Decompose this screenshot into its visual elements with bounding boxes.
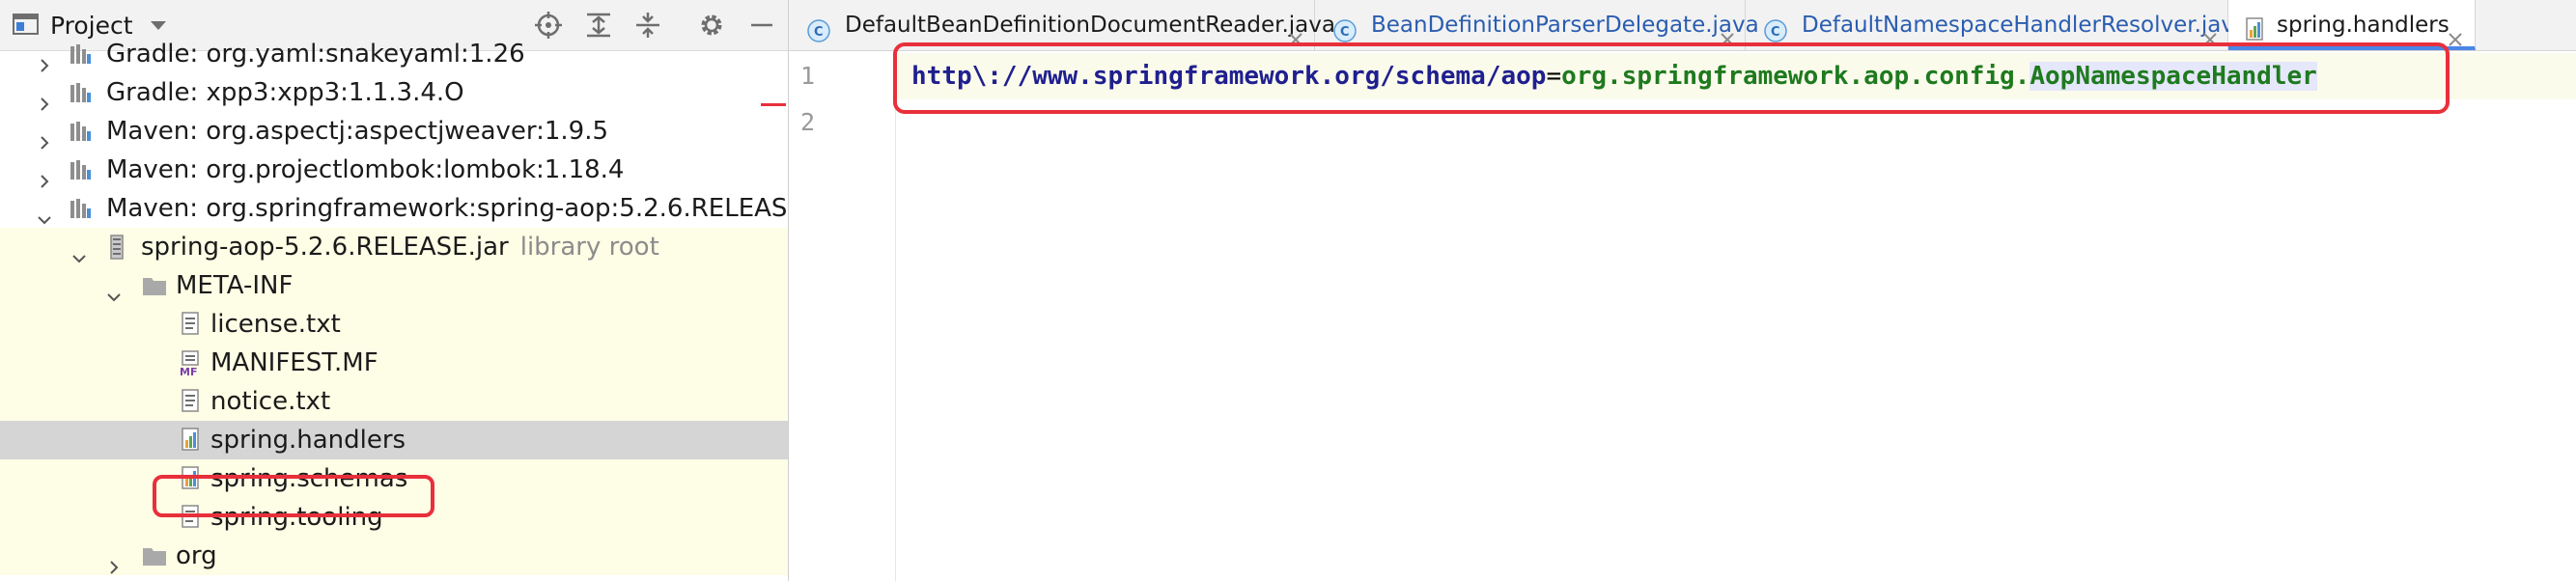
close-icon[interactable]	[2201, 16, 2219, 46]
tree-item-label: notice.txt	[210, 387, 331, 416]
tree-item-label: META-INF	[176, 271, 294, 300]
project-tool-window: Project Gradle: org.yaml:snakeyaml:1.26 …	[0, 0, 789, 581]
tree-item-label: org	[176, 541, 217, 570]
highlight-box-selected-file	[153, 475, 434, 517]
svg-text:MF: MF	[180, 366, 197, 376]
chevron-down-icon[interactable]	[106, 278, 122, 302]
tree-item-label: Gradle: org.yaml:snakeyaml:1.26	[106, 40, 525, 69]
library-icon	[68, 195, 93, 222]
tree-item-label: Maven: org.springframework:spring-aop:5.…	[106, 194, 789, 223]
tree-item-label: license.txt	[210, 310, 341, 339]
annotation-mark	[761, 103, 786, 106]
line-number: 2	[800, 108, 816, 136]
close-icon[interactable]	[1719, 16, 1736, 46]
tree-row[interactable]: Gradle: org.yaml:snakeyaml:1.26	[0, 35, 788, 73]
line-number-gutter: 1 2	[789, 51, 896, 581]
chevron-right-icon[interactable]	[37, 124, 52, 150]
library-icon	[68, 79, 93, 106]
tree-row[interactable]: Maven: org.projectlombok:lombok:1.18.4	[0, 151, 788, 189]
properties-file-icon	[2242, 12, 2267, 41]
library-icon	[68, 156, 93, 183]
tree-item-label: Maven: org.projectlombok:lombok:1.18.4	[106, 155, 625, 184]
close-icon[interactable]	[1287, 16, 1304, 46]
tree-row[interactable]: Maven: org.springframework:spring-aop:5.…	[0, 189, 788, 228]
tree-item-label: MANIFEST.MF	[210, 348, 378, 377]
chevron-down-icon[interactable]	[37, 201, 52, 225]
folder-icon	[141, 272, 166, 299]
chevron-right-icon[interactable]	[37, 162, 52, 188]
tree-item-label: spring.handlers	[210, 426, 406, 455]
svg-text:C: C	[1771, 25, 1780, 40]
svg-text:C: C	[814, 25, 824, 40]
chevron-right-icon[interactable]	[37, 46, 52, 72]
svg-text:C: C	[1340, 25, 1350, 40]
tree-item-label: Gradle: xpp3:xpp3:1.1.3.4.O	[106, 78, 464, 107]
close-icon[interactable]	[2447, 16, 2464, 46]
tree-row[interactable]: Gradle: xpp3:xpp3:1.1.3.4.O	[0, 73, 788, 112]
jar-icon	[104, 234, 129, 261]
text-file-icon	[178, 388, 203, 415]
chevron-right-icon[interactable]	[37, 85, 52, 111]
tree-row[interactable]: MF MANIFEST.MF	[0, 344, 788, 382]
tree-item-label: Maven: org.aspectj:aspectjweaver:1.9.5	[106, 117, 609, 146]
java-class-icon: C	[1332, 12, 1358, 42]
tree-row[interactable]: Maven: org.aspectj:aspectjweaver:1.9.5	[0, 112, 788, 151]
java-class-icon: C	[806, 12, 831, 42]
tree-row-selected[interactable]: spring.handlers	[0, 421, 788, 459]
library-root-hint: library root	[519, 233, 659, 262]
java-class-icon: C	[1763, 12, 1788, 42]
manifest-file-icon: MF	[178, 349, 203, 378]
highlight-box-code-line	[893, 42, 2450, 114]
project-tree: Gradle: org.yaml:snakeyaml:1.26 Gradle: …	[0, 40, 788, 581]
properties-file-icon	[178, 427, 203, 454]
library-icon	[68, 41, 93, 68]
line-number: 1	[800, 62, 816, 90]
library-icon	[68, 118, 93, 145]
tree-row[interactable]: org	[0, 537, 788, 575]
text-file-icon	[178, 311, 203, 338]
tree-item-label: spring-aop-5.2.6.RELEASE.jar	[141, 233, 509, 262]
chevron-down-icon[interactable]	[71, 239, 87, 263]
folder-icon	[141, 542, 166, 569]
chevron-right-icon[interactable]	[106, 548, 122, 574]
tree-row[interactable]: notice.txt	[0, 382, 788, 421]
tree-row[interactable]: license.txt	[0, 305, 788, 344]
code-editor[interactable]: http\://www.springframework.org/schema/a…	[896, 51, 2576, 581]
tree-row[interactable]: META-INF	[0, 266, 788, 305]
tree-row[interactable]: spring-aop-5.2.6.RELEASE.jar library root	[0, 228, 788, 266]
